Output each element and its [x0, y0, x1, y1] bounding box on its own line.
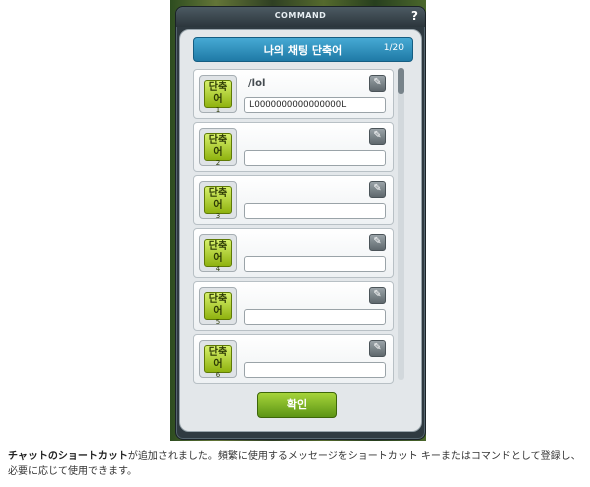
shortcut-message-input[interactable] [244, 150, 386, 166]
shortcut-slot-2: 단축어 2 ✎ [193, 122, 394, 172]
shortcut-badge: 단축어 1 [199, 75, 237, 114]
badge-label: 단축어 [208, 241, 228, 264]
scrollbar-thumb[interactable] [398, 68, 404, 94]
slot-count: 1/20 [383, 43, 404, 53]
panel-header: 나의 채팅 단축어 1/20 [193, 37, 413, 62]
badge-number: 6 [215, 371, 221, 379]
help-icon[interactable]: ? [411, 9, 418, 23]
shortcut-badge-icon: 단축어 3 [204, 186, 232, 220]
shortcut-slot-5: 단축어 5 ✎ [193, 281, 394, 331]
shortcut-badge: 단축어 5 [199, 287, 237, 326]
shortcut-message-input[interactable] [244, 362, 386, 378]
title-bar: COMMAND ? [176, 7, 425, 27]
pencil-icon[interactable]: ✎ [369, 340, 386, 357]
shortcut-slot-1: 단축어 1 /lol LOOOOOOOOOOOOOOOOL ✎ [193, 69, 394, 119]
badge-label: 단축어 [208, 347, 228, 370]
shortcut-badge-icon: 단축어 6 [204, 345, 232, 379]
window-title: COMMAND [274, 11, 327, 20]
shortcut-badge: 단축어 4 [199, 234, 237, 273]
shortcut-message-input[interactable] [244, 309, 386, 325]
shortcut-badge-icon: 단축어 1 [204, 80, 232, 114]
shortcut-badge: 단축어 2 [199, 128, 237, 167]
shortcut-badge: 단축어 6 [199, 340, 237, 379]
badge-label: 단축어 [208, 188, 228, 211]
badge-number: 3 [215, 212, 221, 220]
pencil-icon[interactable]: ✎ [369, 287, 386, 304]
pencil-icon[interactable]: ✎ [369, 234, 386, 251]
shortcut-slot-4: 단축어 4 ✎ [193, 228, 394, 278]
badge-number: 4 [215, 265, 221, 273]
badge-number: 2 [215, 159, 221, 167]
badge-number: 5 [215, 318, 221, 326]
badge-label: 단축어 [208, 135, 228, 158]
badge-number: 1 [215, 106, 221, 114]
shortcut-message-input[interactable]: LOOOOOOOOOOOOOOOOL [244, 97, 386, 113]
pencil-icon[interactable]: ✎ [369, 128, 386, 145]
badge-label: 단축어 [208, 82, 228, 105]
caption-bold: チャットのショートカット [8, 451, 128, 462]
confirm-button[interactable]: 확인 [257, 392, 337, 418]
shortcut-command: /lol [248, 78, 266, 89]
scrollbar[interactable] [398, 68, 404, 380]
shortcut-badge: 단축어 3 [199, 181, 237, 220]
shortcut-message-input[interactable] [244, 203, 386, 219]
pencil-icon[interactable]: ✎ [369, 75, 386, 92]
pencil-icon[interactable]: ✎ [369, 181, 386, 198]
shortcut-message-input[interactable] [244, 256, 386, 272]
panel-title: 나의 채팅 단축어 [263, 44, 343, 57]
shortcut-slot-6: 단축어 6 ✎ [193, 334, 394, 384]
caption: チャットのショートカットが追加されました。頻繁に使用するメッセージをショートカッ… [8, 449, 583, 479]
shortcut-badge-icon: 단축어 2 [204, 133, 232, 167]
shortcut-badge-icon: 단축어 4 [204, 239, 232, 273]
shortcut-badge-icon: 단축어 5 [204, 292, 232, 326]
shortcut-slot-3: 단축어 3 ✎ [193, 175, 394, 225]
badge-label: 단축어 [208, 294, 228, 317]
